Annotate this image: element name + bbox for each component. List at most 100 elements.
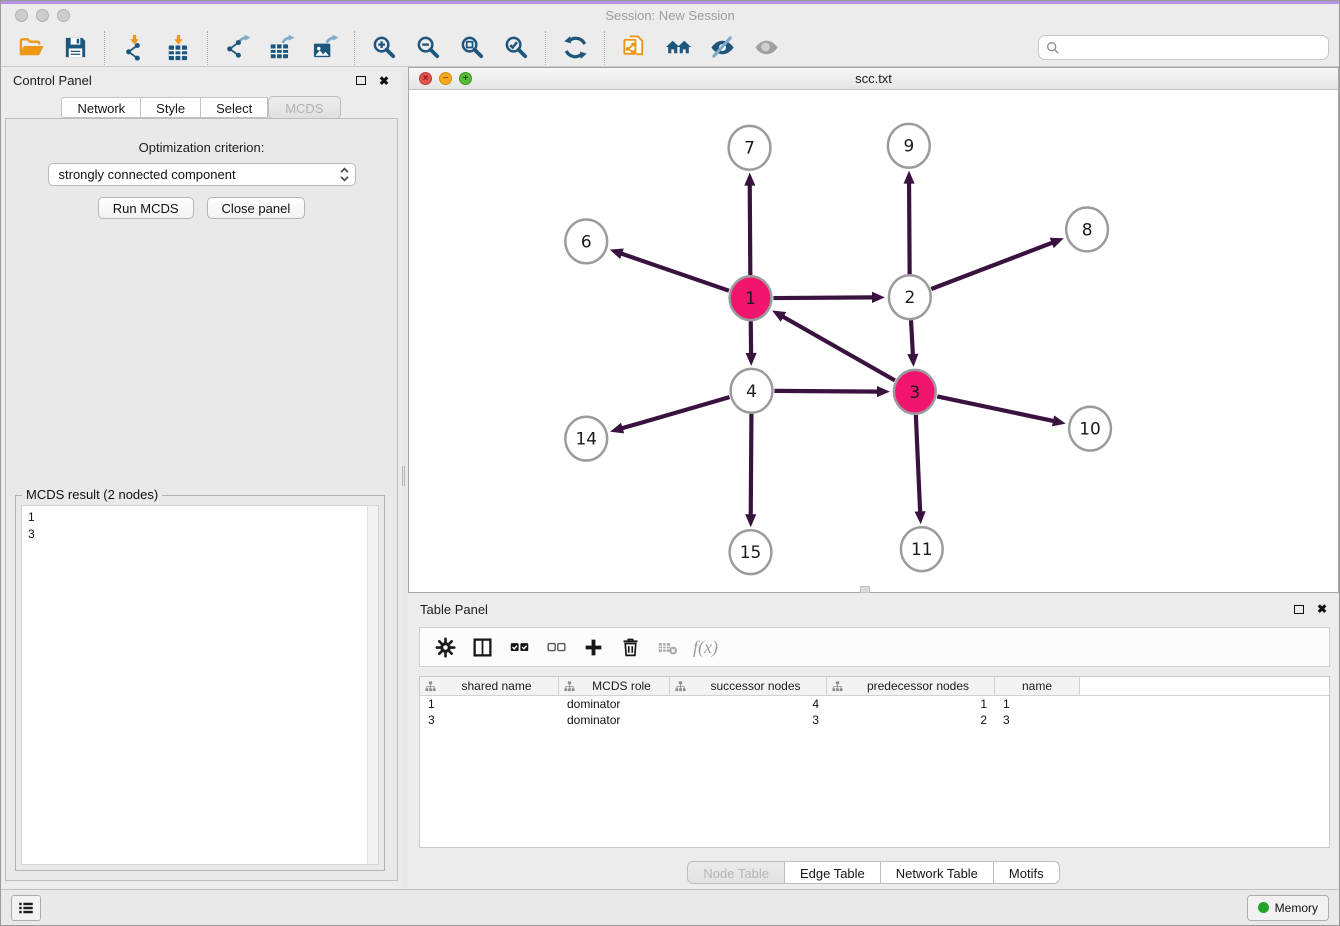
clone-network-button[interactable]	[614, 32, 654, 64]
memory-button[interactable]: Memory	[1247, 895, 1329, 921]
toolbar-separator	[545, 31, 546, 65]
graph-edge-1-4[interactable]	[746, 321, 757, 366]
graph-node-2[interactable]: 2	[889, 275, 931, 319]
frame-maximize-button[interactable]: +	[459, 72, 472, 85]
close-panel-icon[interactable]: ✖	[379, 75, 389, 87]
delete-table-button[interactable]	[652, 632, 682, 662]
graph-node-9[interactable]: 9	[888, 124, 930, 168]
float-panel-icon[interactable]	[356, 76, 366, 85]
export-network-button[interactable]	[217, 32, 257, 64]
svg-text:15: 15	[740, 542, 762, 562]
graph-node-15[interactable]: 15	[730, 530, 772, 574]
cell-shared-name[interactable]: 1	[420, 696, 559, 712]
hierarchy-icon	[832, 681, 843, 692]
open-session-button[interactable]	[11, 32, 51, 64]
export-image-button[interactable]	[305, 32, 345, 64]
graph-edge-3-1[interactable]	[772, 311, 895, 381]
cell-successor-nodes[interactable]: 4	[670, 696, 827, 712]
settings-button[interactable]	[430, 632, 460, 662]
graph-edge-4-15[interactable]	[745, 414, 756, 528]
column-header-MCDS-role[interactable]: MCDS role	[559, 677, 670, 695]
tab-mcds[interactable]: MCDS	[268, 96, 340, 119]
column-header-successor-nodes[interactable]: successor nodes	[670, 677, 827, 695]
zoom-in-button[interactable]	[364, 32, 404, 64]
apply-layout-button[interactable]	[555, 32, 595, 64]
graph-edge-1-7[interactable]	[744, 173, 755, 276]
column-header-name[interactable]: name	[995, 677, 1080, 695]
graph-node-11[interactable]: 11	[901, 527, 943, 571]
memory-label: Memory	[1275, 901, 1318, 915]
column-header-shared-name[interactable]: shared name	[420, 677, 559, 695]
table-row[interactable]: 3dominator323	[420, 712, 1329, 728]
task-history-button[interactable]	[11, 895, 41, 921]
cell-predecessor-nodes[interactable]: 1	[827, 696, 995, 712]
table-close-icon[interactable]: ✖	[1317, 603, 1327, 615]
graph-node-1[interactable]: 1	[730, 276, 772, 320]
import-table-button[interactable]	[158, 32, 198, 64]
graph-node-3[interactable]: 3	[894, 370, 936, 414]
cell-name[interactable]: 3	[995, 712, 1080, 728]
tab-node-table[interactable]: Node Table	[687, 861, 785, 884]
graph-node-7[interactable]: 7	[729, 126, 771, 170]
deselect-all-button[interactable]	[541, 632, 571, 662]
tab-style[interactable]: Style	[141, 97, 201, 118]
graph-edge-3-10[interactable]	[937, 396, 1065, 426]
graph-edge-2-8[interactable]	[931, 238, 1064, 289]
result-scrollbar[interactable]	[367, 506, 378, 864]
optimization-dropdown[interactable]: strongly connected component	[48, 163, 356, 186]
zoom-out-button[interactable]	[408, 32, 448, 64]
graph-node-14[interactable]: 14	[565, 417, 607, 461]
graph-edge-1-6[interactable]	[610, 248, 729, 290]
cell-name[interactable]: 1	[995, 696, 1080, 712]
tab-network[interactable]: Network	[61, 97, 141, 118]
overview-home-button[interactable]	[658, 32, 698, 64]
zoom-fit-button[interactable]	[452, 32, 492, 64]
columns-button[interactable]	[467, 632, 497, 662]
search-input[interactable]	[1065, 40, 1321, 55]
vertical-splitter[interactable]	[401, 67, 408, 889]
tab-motifs[interactable]: Motifs	[994, 861, 1060, 884]
table-row[interactable]: 1dominator411	[420, 696, 1329, 712]
export-table-button[interactable]	[261, 32, 301, 64]
select-all-button[interactable]	[504, 632, 534, 662]
mcds-result-list[interactable]: 13	[21, 505, 379, 865]
column-header-predecessor-nodes[interactable]: predecessor nodes	[827, 677, 995, 695]
close-panel-button[interactable]: Close panel	[207, 197, 306, 219]
table-float-icon[interactable]	[1294, 605, 1304, 614]
network-canvas[interactable]: 7 9 6 8 1 2 4 3 14 10 15 11	[409, 90, 1338, 592]
graph-edge-3-11[interactable]	[915, 415, 926, 525]
cell-shared-name[interactable]: 3	[420, 712, 559, 728]
network-window-titlebar[interactable]: × − + scc.txt	[409, 68, 1338, 90]
graph-edge-4-3[interactable]	[774, 386, 890, 397]
run-mcds-button[interactable]: Run MCDS	[98, 197, 194, 219]
show-panel-button[interactable]	[746, 32, 786, 64]
add-row-button[interactable]	[578, 632, 608, 662]
horizontal-splitter-grip[interactable]	[860, 586, 870, 593]
cell-MCDS-role[interactable]: dominator	[559, 696, 670, 712]
graph-node-8[interactable]: 8	[1066, 208, 1108, 252]
graph-node-6[interactable]: 6	[565, 219, 607, 263]
tab-edge-table[interactable]: Edge Table	[785, 861, 881, 884]
splitter-grip[interactable]	[402, 466, 406, 486]
cell-MCDS-role[interactable]: dominator	[559, 712, 670, 728]
graph-edge-2-3[interactable]	[907, 320, 918, 367]
function-builder-button[interactable]: f(x)	[693, 637, 718, 658]
tab-network-table[interactable]: Network Table	[881, 861, 994, 884]
graph-node-4[interactable]: 4	[731, 369, 773, 413]
save-session-button[interactable]	[55, 32, 95, 64]
search-box[interactable]	[1038, 35, 1329, 60]
frame-close-button[interactable]: ×	[419, 72, 432, 85]
hide-panel-button[interactable]	[702, 32, 742, 64]
graph-edge-1-2[interactable]	[773, 292, 885, 303]
cell-successor-nodes[interactable]: 3	[670, 712, 827, 728]
import-network-button[interactable]	[114, 32, 154, 64]
graph-edge-4-14[interactable]	[610, 397, 729, 433]
zoom-selected-button[interactable]	[496, 32, 536, 64]
graph-edge-2-9[interactable]	[904, 171, 915, 275]
frame-minimize-button[interactable]: −	[439, 72, 452, 85]
graph-node-10[interactable]: 10	[1069, 407, 1111, 451]
cell-predecessor-nodes[interactable]: 2	[827, 712, 995, 728]
delete-row-button[interactable]	[615, 632, 645, 662]
tab-select[interactable]: Select	[201, 97, 268, 118]
hierarchy-icon	[425, 681, 436, 692]
